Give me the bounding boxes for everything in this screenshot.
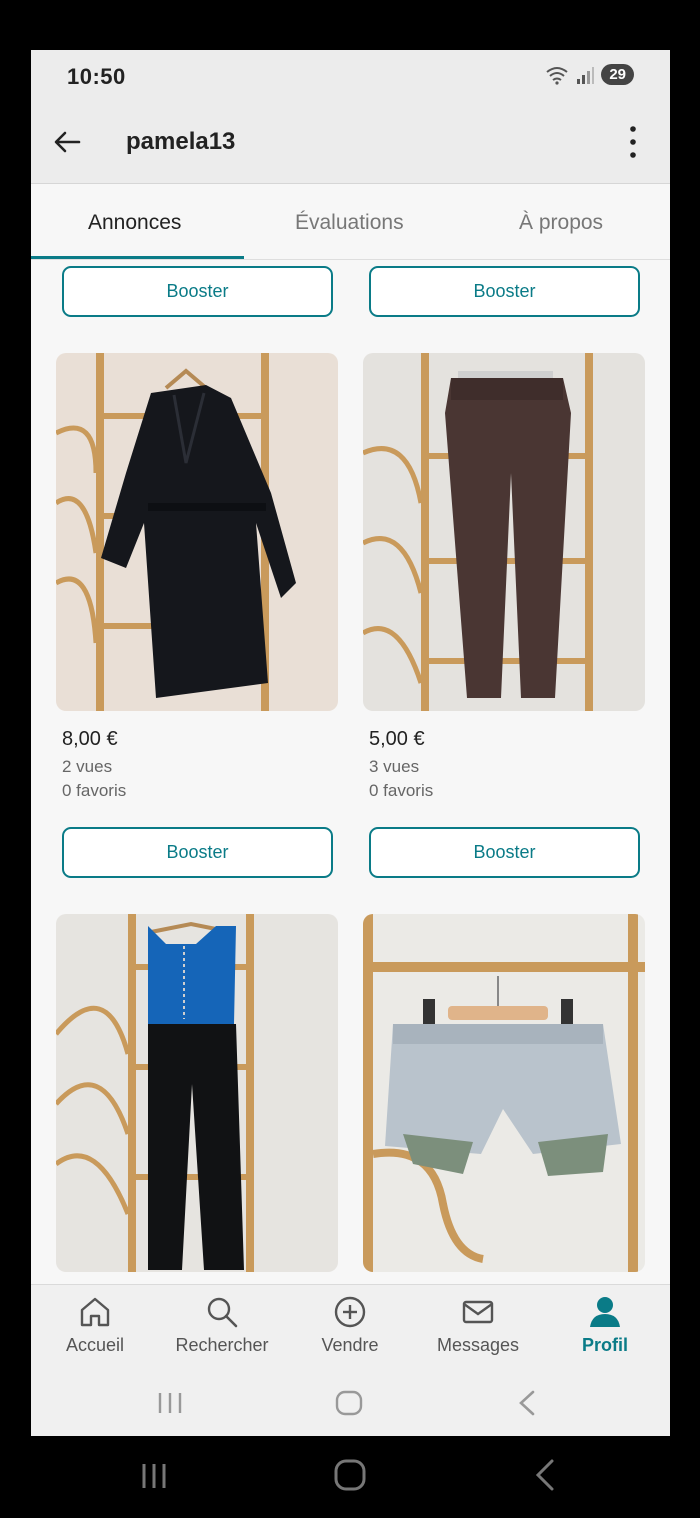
- active-tab-indicator: [31, 256, 244, 259]
- nav-item-vendre[interactable]: Vendre: [286, 1293, 414, 1356]
- search-icon: [207, 1297, 238, 1328]
- back-arrow-icon[interactable]: [49, 124, 85, 160]
- status-bar: 10:50 29: [31, 50, 670, 102]
- signal-icon: [577, 66, 595, 84]
- system-back-icon[interactable]: [515, 1389, 539, 1417]
- tab-annonces[interactable]: Annonces: [88, 211, 181, 235]
- nav-label: Profil: [581, 1335, 628, 1355]
- mail-icon: [462, 1300, 494, 1324]
- wifi-icon: [546, 66, 568, 85]
- device-navigation-bar: [0, 1436, 700, 1518]
- tab-evaluations[interactable]: Évaluations: [295, 211, 404, 235]
- booster-button[interactable]: Booster: [62, 266, 333, 317]
- booster-button[interactable]: Booster: [62, 827, 333, 878]
- device-back-icon[interactable]: [532, 1458, 558, 1492]
- app-bar: pamela13: [31, 102, 670, 184]
- listings-grid: Booster Booster 8,00 € 2 vues 0 favoris …: [31, 260, 670, 1284]
- more-options-icon[interactable]: [618, 120, 648, 164]
- listing-photo-shorts[interactable]: [363, 914, 645, 1272]
- nav-label: Messages: [436, 1335, 520, 1355]
- nav-label: Rechercher: [175, 1335, 269, 1355]
- booster-button[interactable]: Booster: [369, 827, 640, 878]
- listing-favorites: 0 favoris: [369, 781, 434, 800]
- bottom-navigation: Accueil Rechercher Vendre Messages Profi…: [31, 1284, 670, 1370]
- listing-photo-pants[interactable]: [363, 353, 645, 711]
- profile-username: pamela13: [126, 128, 236, 155]
- profile-icon: [590, 1297, 620, 1327]
- listing-views: 2 vues: [62, 757, 113, 776]
- booster-button[interactable]: Booster: [369, 266, 640, 317]
- profile-tabs: Annonces Évaluations À propos: [31, 185, 670, 260]
- recent-apps-icon[interactable]: [155, 1390, 185, 1416]
- nav-item-messages[interactable]: Messages: [414, 1293, 542, 1356]
- listing-photo-dress[interactable]: [56, 353, 338, 711]
- listing-price: 8,00 €: [62, 728, 118, 750]
- system-navigation-bar: [31, 1370, 670, 1436]
- phone-screen: 10:50 29 pamela13 Annonces Évaluations À…: [31, 50, 670, 1436]
- tab-a-propos[interactable]: À propos: [519, 211, 603, 235]
- nav-item-accueil[interactable]: Accueil: [31, 1293, 159, 1356]
- home-button-icon[interactable]: [334, 1389, 364, 1417]
- status-time: 10:50: [67, 64, 126, 89]
- nav-label: Vendre: [321, 1335, 379, 1355]
- status-icons: 29: [545, 64, 634, 85]
- nav-item-rechercher[interactable]: Rechercher: [158, 1293, 286, 1356]
- nav-item-profil[interactable]: Profil: [541, 1293, 669, 1356]
- device-recent-apps-icon[interactable]: [138, 1460, 170, 1492]
- battery-badge: 29: [601, 64, 634, 85]
- plus-circle-icon: [334, 1296, 366, 1328]
- listing-price: 5,00 €: [369, 728, 425, 750]
- device-home-icon[interactable]: [333, 1458, 367, 1492]
- listing-photo-jumpsuit[interactable]: [56, 914, 338, 1272]
- home-icon: [80, 1297, 110, 1327]
- nav-label: Accueil: [65, 1335, 125, 1355]
- listing-views: 3 vues: [369, 757, 420, 776]
- listing-favorites: 0 favoris: [62, 781, 127, 800]
